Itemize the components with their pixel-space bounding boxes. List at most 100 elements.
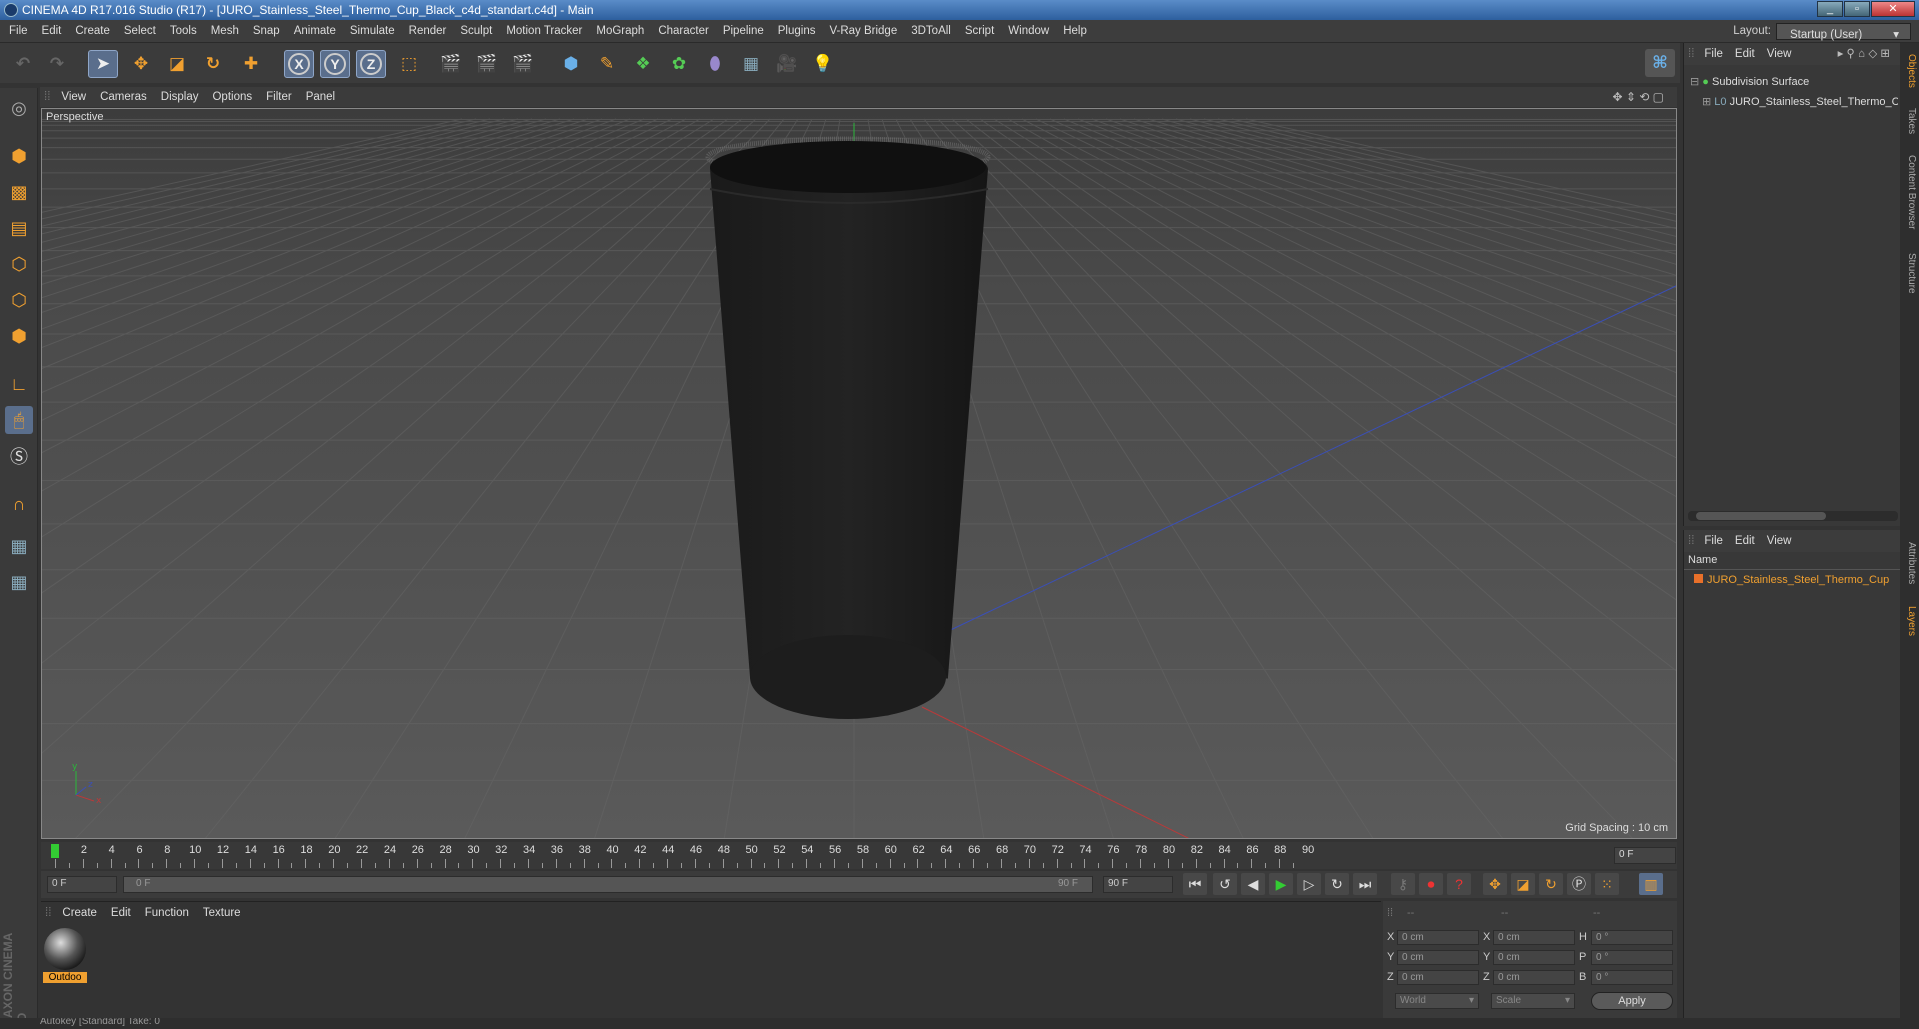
- keyframe-selection-button[interactable]: ?: [1447, 873, 1471, 895]
- viewport-nav-icons[interactable]: ✥ ⇕ ⟲ ▢: [1605, 87, 1671, 107]
- workplane-button[interactable]: ▤: [5, 214, 33, 242]
- menu-file[interactable]: File: [2, 20, 35, 43]
- go-to-end-button[interactable]: ⏭: [1353, 873, 1377, 895]
- vp-menu-cameras[interactable]: Cameras: [93, 87, 154, 107]
- edges-mode-button[interactable]: ⬡: [5, 286, 33, 314]
- tree-item-subdivision[interactable]: ⊟ ● Subdivision Surface: [1690, 75, 1809, 88]
- tab-layers[interactable]: Layers: [1902, 599, 1917, 643]
- y-axis-button[interactable]: Y: [320, 50, 350, 78]
- cloner-button[interactable]: ✿: [664, 50, 694, 78]
- layer-menu-file[interactable]: File: [1698, 530, 1729, 552]
- camera-button[interactable]: 🎥: [772, 50, 802, 78]
- size-y-field[interactable]: 0 cm: [1493, 950, 1575, 965]
- layer-item[interactable]: JURO_Stainless_Steel_Thermo_Cup: [1694, 574, 1899, 586]
- deformer-button[interactable]: ⬮: [700, 50, 730, 78]
- cup-model[interactable]: [705, 136, 991, 719]
- timeline-ruler[interactable]: 0246810121416182022242628303234363840424…: [41, 842, 1677, 869]
- layer-menu-view[interactable]: View: [1761, 530, 1798, 552]
- layer-menu-edit[interactable]: Edit: [1729, 530, 1761, 552]
- redo-icon[interactable]: ↷: [42, 50, 72, 78]
- menu-mesh[interactable]: Mesh: [204, 20, 246, 43]
- playhead[interactable]: [51, 844, 59, 858]
- apply-button[interactable]: Apply: [1591, 992, 1673, 1010]
- perspective-viewport[interactable]: y x z Perspective Grid Spacing : 10 cm: [41, 108, 1677, 839]
- position-y-field[interactable]: 0 cm: [1397, 950, 1479, 965]
- menu-vray-bridge[interactable]: V-Ray Bridge: [822, 20, 904, 43]
- next-key-button[interactable]: ↻: [1325, 873, 1349, 895]
- prev-key-button[interactable]: ↺: [1213, 873, 1237, 895]
- tree-item-cup[interactable]: ⊞ L0 JURO_Stainless_Steel_Thermo_Cu: [1702, 95, 1898, 108]
- texture-mode-button[interactable]: ▩: [5, 178, 33, 206]
- vp-menu-panel[interactable]: Panel: [299, 87, 342, 107]
- object-horizontal-scrollbar[interactable]: [1688, 511, 1898, 521]
- tab-objects[interactable]: Objects: [1902, 51, 1917, 91]
- obj-menu-view[interactable]: View: [1761, 43, 1798, 65]
- select-tool-button[interactable]: ➤: [88, 50, 118, 78]
- menu-simulate[interactable]: Simulate: [343, 20, 402, 43]
- record-keys-button[interactable]: ⚷: [1391, 873, 1415, 895]
- rotate-tool-button[interactable]: ↻: [198, 50, 228, 78]
- live-select-button[interactable]: ✚: [236, 50, 266, 78]
- material-swatch[interactable]: Outdoo: [43, 928, 87, 988]
- menu-render[interactable]: Render: [402, 20, 454, 43]
- object-panel-icons[interactable]: ▸ ⚲ ⌂ ◇ ⊞: [1832, 43, 1896, 65]
- start-frame-field[interactable]: 0 F: [47, 876, 117, 893]
- mat-menu-create[interactable]: Create: [55, 902, 104, 924]
- mat-menu-edit[interactable]: Edit: [104, 902, 138, 924]
- planar-workplane-button[interactable]: ▦: [5, 568, 33, 596]
- model-mode-button[interactable]: ⬢: [5, 142, 33, 170]
- z-axis-button[interactable]: Z: [356, 50, 386, 78]
- floor-button[interactable]: ▦: [736, 50, 766, 78]
- size-x-field[interactable]: 0 cm: [1493, 930, 1575, 945]
- rotation-p-field[interactable]: 0 °: [1591, 950, 1673, 965]
- points-mode-button[interactable]: ⬡: [5, 250, 33, 278]
- tab-attributes[interactable]: Attributes: [1902, 533, 1917, 593]
- timeline-window-button[interactable]: ▥: [1639, 873, 1663, 895]
- prev-frame-button[interactable]: ◀: [1241, 873, 1265, 895]
- magnet-button[interactable]: ∩: [5, 490, 33, 518]
- play-button[interactable]: ▶: [1269, 873, 1293, 895]
- scale-tool-button[interactable]: ◪: [162, 50, 192, 78]
- autokey-button[interactable]: ⏺: [1419, 873, 1443, 895]
- spline-pen-button[interactable]: ✎: [592, 50, 622, 78]
- scale-select[interactable]: Scale ▾: [1491, 993, 1575, 1009]
- frame-range-slider[interactable]: 0 F 90 F: [123, 876, 1093, 893]
- menu-mograph[interactable]: MoGraph: [589, 20, 651, 43]
- size-z-field[interactable]: 0 cm: [1493, 970, 1575, 985]
- render-view-button[interactable]: 🎬: [436, 50, 466, 78]
- x-axis-button[interactable]: X: [284, 50, 314, 78]
- mat-menu-function[interactable]: Function: [138, 902, 196, 924]
- render-settings-button[interactable]: 🎬: [508, 50, 538, 78]
- current-frame-field[interactable]: 0 F: [1614, 847, 1676, 864]
- python-button[interactable]: ⌘: [1645, 49, 1675, 77]
- key-pla-button[interactable]: ⁙: [1595, 873, 1619, 895]
- tab-takes[interactable]: Takes: [1902, 103, 1917, 139]
- axis-mode-button[interactable]: ∟: [5, 370, 33, 398]
- obj-menu-edit[interactable]: Edit: [1729, 43, 1761, 65]
- key-param-button[interactable]: Ⓟ: [1567, 873, 1591, 895]
- menu-script[interactable]: Script: [958, 20, 1001, 43]
- menu-animate[interactable]: Animate: [287, 20, 343, 43]
- polygons-mode-button[interactable]: ⬢: [5, 322, 33, 350]
- key-position-button[interactable]: ✥: [1483, 873, 1507, 895]
- menu-edit[interactable]: Edit: [35, 20, 69, 43]
- tab-structure[interactable]: Structure: [1902, 243, 1917, 303]
- rotation-b-field[interactable]: 0 °: [1591, 970, 1673, 985]
- cube-button[interactable]: ⬢: [556, 50, 586, 78]
- scrollbar-thumb[interactable]: [1696, 512, 1826, 520]
- end-frame-field[interactable]: 90 F: [1103, 876, 1173, 893]
- make-editable-button[interactable]: ◎: [5, 94, 33, 122]
- menu-help[interactable]: Help: [1056, 20, 1094, 43]
- mat-menu-texture[interactable]: Texture: [196, 902, 248, 924]
- light-button[interactable]: 💡: [808, 50, 838, 78]
- menu-plugins[interactable]: Plugins: [771, 20, 823, 43]
- render-picture-viewer-button[interactable]: 🎬: [472, 50, 502, 78]
- menu-pipeline[interactable]: Pipeline: [716, 20, 771, 43]
- subdivision-button[interactable]: ❖: [628, 50, 658, 78]
- close-button[interactable]: ✕: [1871, 1, 1915, 17]
- minimize-button[interactable]: _: [1817, 1, 1843, 17]
- move-tool-button[interactable]: ✥: [126, 50, 156, 78]
- vp-menu-display[interactable]: Display: [154, 87, 206, 107]
- maximize-button[interactable]: ▫: [1844, 1, 1870, 17]
- vp-menu-filter[interactable]: Filter: [259, 87, 299, 107]
